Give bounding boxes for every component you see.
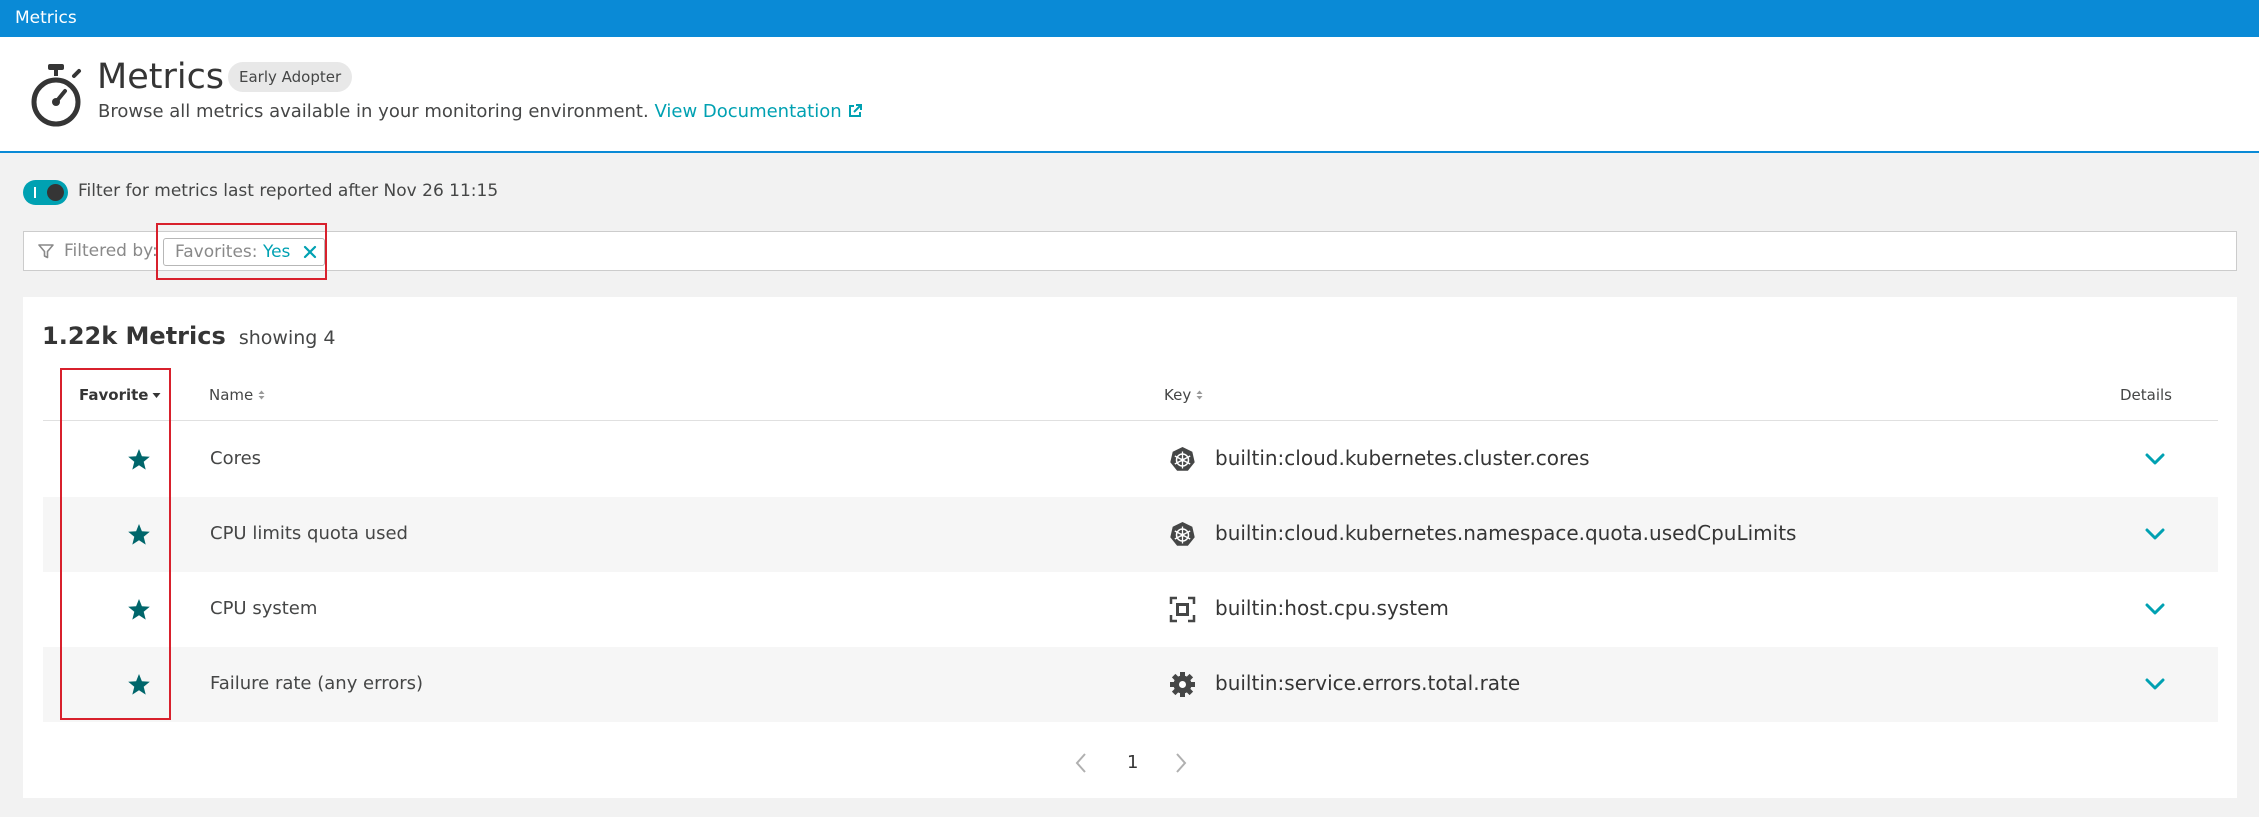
- column-header-key[interactable]: Key: [1164, 386, 1204, 404]
- metrics-count: 1.22k Metrics showing 4: [42, 322, 335, 350]
- sort-icon: [1196, 390, 1203, 400]
- chip-value: Yes: [262, 242, 291, 262]
- stopwatch-icon: [31, 64, 81, 127]
- name-header-label: Name: [209, 386, 254, 404]
- metric-key: builtin:cloud.kubernetes.cluster.cores: [1215, 446, 1590, 470]
- filter-bar[interactable]: Filtered by: Favorites: Yes: [23, 231, 2237, 271]
- filter-label: Filtered by:: [64, 241, 158, 261]
- column-header-details: Details: [2120, 386, 2173, 404]
- toggle-label: Filter for metrics last reported after N…: [78, 181, 499, 201]
- key-header-label: Key: [1164, 386, 1192, 404]
- expand-details-chevron-icon[interactable]: [2145, 526, 2165, 542]
- favorite-star-icon[interactable]: [127, 598, 151, 621]
- page-description: Browse all metrics available in your mon…: [98, 101, 863, 122]
- metric-name: CPU limits quota used: [210, 523, 408, 544]
- favorites-filter-chip[interactable]: Favorites: Yes: [163, 238, 326, 266]
- sort-icon: [258, 390, 265, 400]
- remove-filter-icon[interactable]: [303, 245, 317, 259]
- metric-key: builtin:host.cpu.system: [1215, 596, 1449, 620]
- expand-details-chevron-icon[interactable]: [2145, 601, 2165, 617]
- expand-details-chevron-icon[interactable]: [2145, 676, 2165, 692]
- metric-key: builtin:service.errors.total.rate: [1215, 671, 1521, 695]
- description-text: Browse all metrics available in your mon…: [98, 101, 649, 122]
- sort-desc-icon: [152, 393, 161, 398]
- view-documentation-link[interactable]: View Documentation: [654, 101, 862, 122]
- previous-page-icon[interactable]: [1074, 752, 1088, 774]
- pagination: 1: [23, 749, 2237, 779]
- kubernetes-icon: [1170, 447, 1195, 471]
- table-row: CPU system builtin:host.cpu.system: [43, 572, 2218, 647]
- kubernetes-icon: [1170, 522, 1195, 546]
- expand-details-chevron-icon[interactable]: [2145, 451, 2165, 467]
- metric-name: CPU system: [210, 598, 318, 619]
- column-header-favorite[interactable]: Favorite: [79, 386, 161, 404]
- current-page-number[interactable]: 1: [1127, 752, 1138, 773]
- host-icon: [1169, 596, 1196, 623]
- favorite-star-icon[interactable]: [127, 448, 151, 471]
- column-header-name[interactable]: Name: [209, 386, 266, 404]
- table-row: CPU limits quota used builtin:cloud.kube…: [43, 497, 2218, 572]
- metric-key: builtin:cloud.kubernetes.namespace.quota…: [1215, 521, 1797, 545]
- top-bar: Metrics: [0, 0, 2259, 37]
- page-header: Metrics Early Adopter Browse all metrics…: [0, 37, 2259, 153]
- toggle-on-mark: [34, 187, 36, 198]
- metrics-total: 1.22k Metrics: [42, 322, 226, 350]
- early-adopter-badge: Early Adopter: [228, 62, 353, 92]
- table-header: Favorite Name Key Details: [43, 369, 2218, 421]
- last-reported-toggle[interactable]: [23, 180, 68, 205]
- documentation-link-label: View Documentation: [654, 101, 842, 122]
- favorite-star-icon[interactable]: [127, 523, 151, 546]
- service-gear-icon: [1170, 672, 1195, 697]
- metrics-panel: 1.22k Metrics showing 4 Favorite Name Ke…: [23, 297, 2237, 798]
- metric-name: Failure rate (any errors): [210, 673, 424, 694]
- chip-key: Favorites:: [175, 242, 258, 262]
- metrics-showing: showing 4: [238, 327, 336, 349]
- metric-name: Cores: [210, 448, 262, 469]
- filter-icon: [38, 244, 54, 259]
- page-title: Metrics: [97, 57, 225, 97]
- table-row: Failure rate (any errors) builtin:servic…: [43, 647, 2218, 722]
- table-row: Cores builtin:cloud.kubernetes.cluster.c…: [43, 422, 2218, 497]
- favorite-star-icon[interactable]: [127, 673, 151, 696]
- next-page-icon[interactable]: [1174, 752, 1188, 774]
- favorite-header-label: Favorite: [79, 386, 149, 404]
- top-bar-title: Metrics: [15, 8, 77, 28]
- external-link-icon: [848, 104, 862, 117]
- toggle-knob: [47, 184, 64, 201]
